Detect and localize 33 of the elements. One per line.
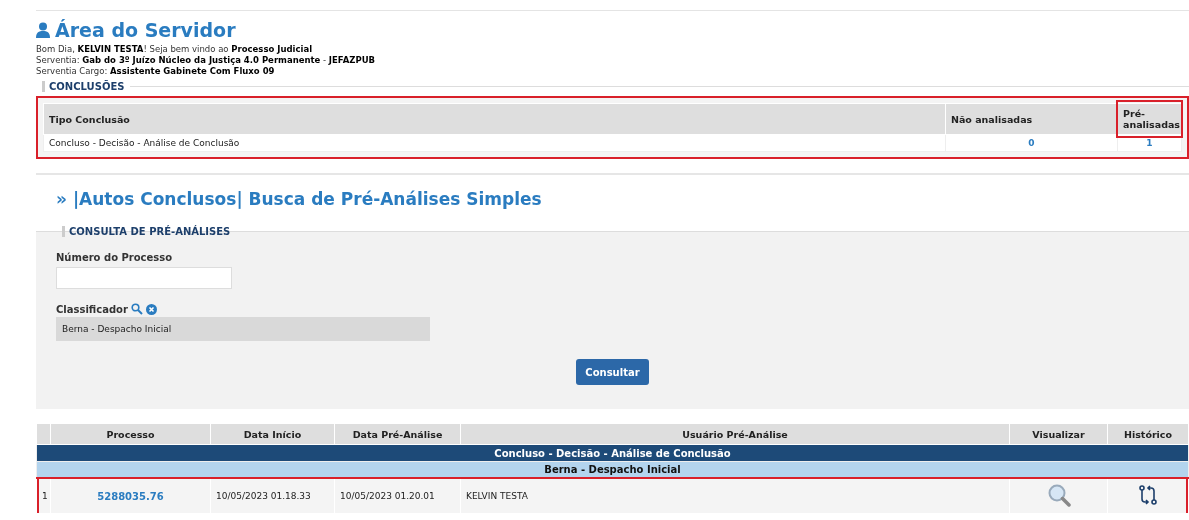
info-line: Bom Dia, KELVIN TESTA! Seja bem vindo ao Processo Judicial bbox=[36, 44, 314, 55]
table-cell: 10/05/2023 01.18.33 bbox=[210, 478, 335, 514]
table-cell: KELVIN TESTA bbox=[460, 478, 1010, 514]
field-label: Classificador bbox=[56, 303, 128, 315]
column-header: Visualizar bbox=[1009, 423, 1108, 445]
column-header: Data Pré-Análise bbox=[334, 423, 461, 445]
table-cell: 10/05/2023 01.20.01 bbox=[334, 478, 461, 514]
section-title: » |Autos Conclusos| Busca de Pré-Análises Simples bbox=[56, 189, 543, 209]
process-link[interactable]: 5288035.76 bbox=[97, 490, 164, 502]
info-line: Serventia Cargo: Assistente Gabinete Com Fluxo 09 bbox=[36, 66, 276, 77]
search-icon[interactable] bbox=[130, 303, 143, 315]
clear-icon[interactable] bbox=[145, 303, 157, 315]
page-title: Área do Servidor bbox=[55, 19, 236, 41]
column-header: Não analisadas bbox=[945, 103, 1118, 135]
info-line: Serventia: Gab do 3º Juízo Núcleo da Justiça 4.0 Permanente - JEFAZPUB bbox=[36, 55, 376, 66]
column-header: Histórico bbox=[1107, 423, 1189, 445]
section-legend: CONSULTA DE PRÉ-ANÁLISES bbox=[69, 225, 231, 237]
row-number: 1 bbox=[36, 478, 51, 514]
search-button[interactable]: Consultar bbox=[576, 359, 649, 385]
user-icon bbox=[36, 22, 50, 38]
column-header: Data Início bbox=[210, 423, 335, 445]
process-number-field[interactable] bbox=[56, 267, 232, 289]
column-header: Pré-analisadas bbox=[1117, 103, 1182, 135]
count-link[interactable]: 1 bbox=[1146, 138, 1153, 148]
classifier-field[interactable]: Berna - Despacho Inicial bbox=[56, 317, 430, 341]
history-icon[interactable] bbox=[1138, 484, 1158, 506]
count-link[interactable]: 0 bbox=[1028, 138, 1035, 148]
column-header: Usuário Pré-Análise bbox=[460, 423, 1010, 445]
column-header: Processo bbox=[50, 423, 211, 445]
field-label: Número do Processo bbox=[56, 252, 173, 263]
section-legend: CONCLUSÕES bbox=[49, 80, 125, 92]
column-header: Tipo Conclusão bbox=[43, 103, 946, 135]
magnifier-icon[interactable] bbox=[1046, 483, 1071, 507]
